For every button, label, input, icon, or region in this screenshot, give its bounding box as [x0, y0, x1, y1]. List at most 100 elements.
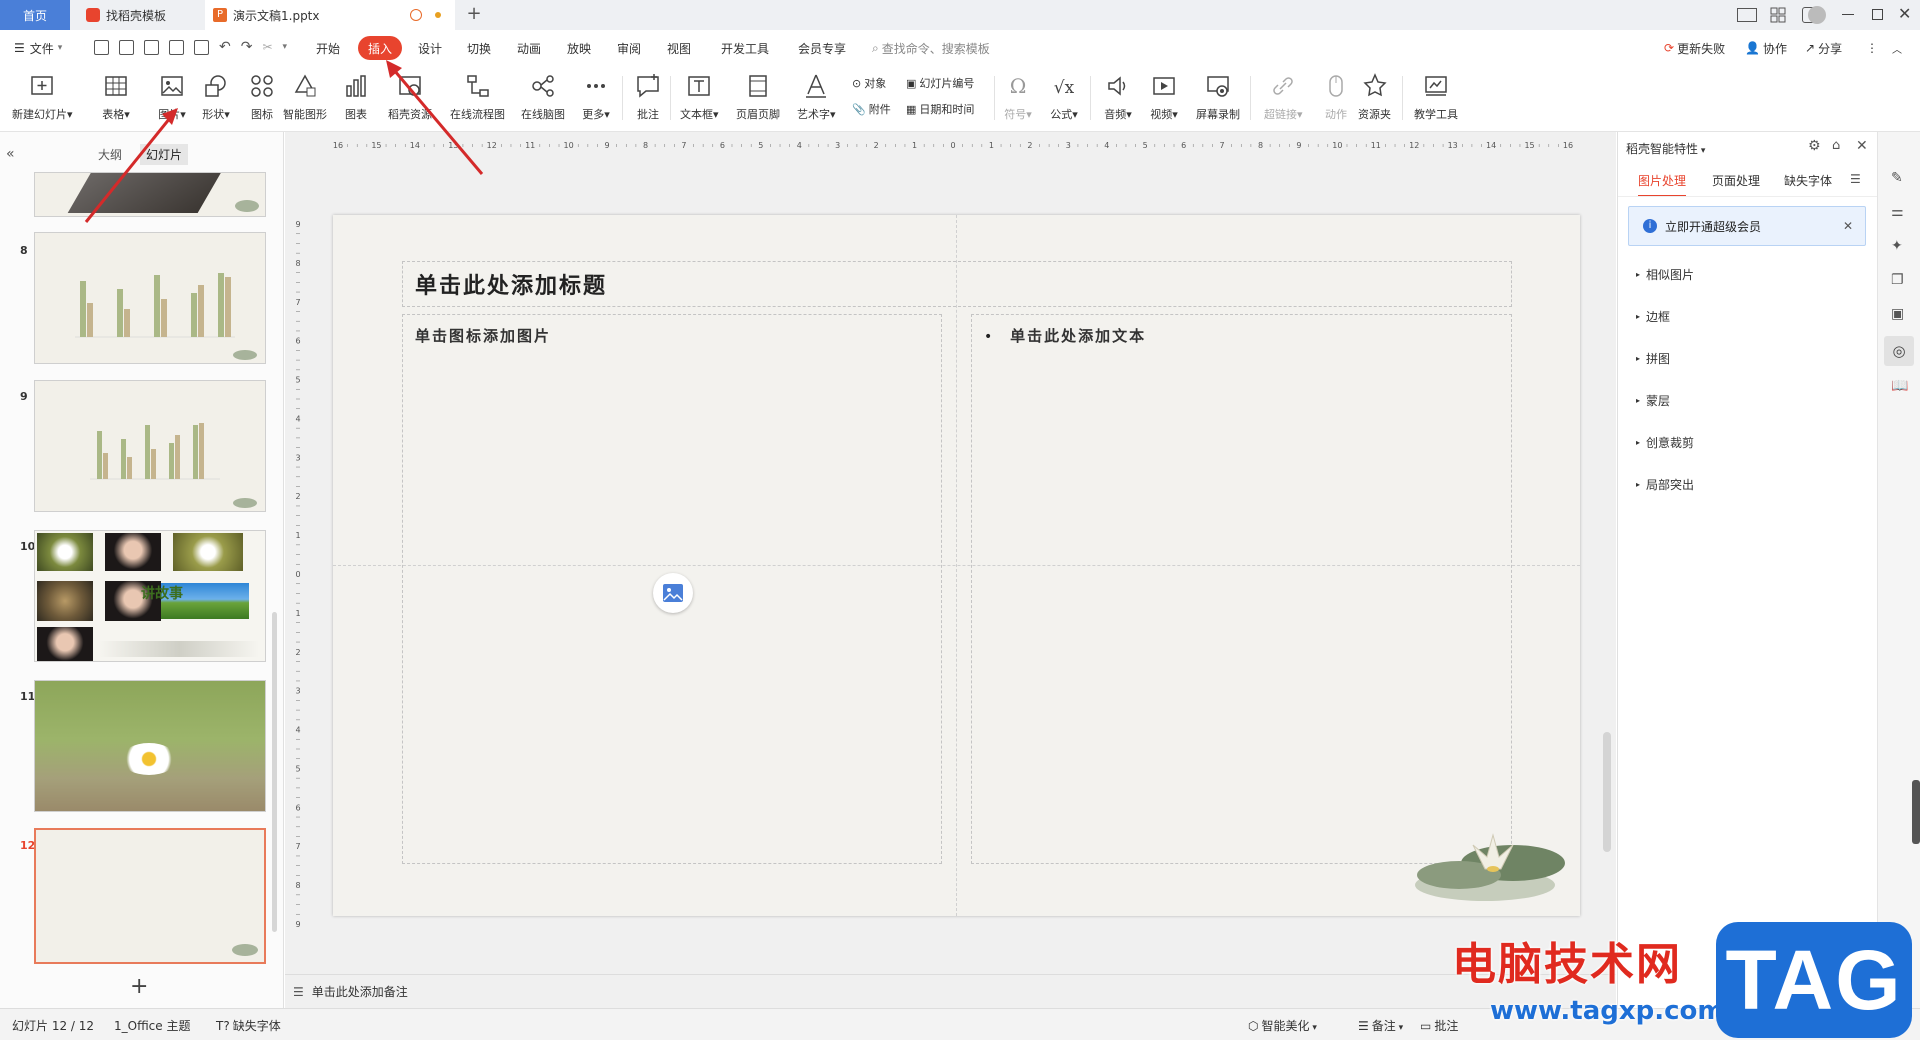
slide-9-bar-chart: [90, 423, 257, 508]
ruler-tick-label: 7: [295, 298, 300, 307]
attachment-button[interactable]: 📎 附件: [852, 98, 891, 120]
comment-button[interactable]: 批注: [634, 72, 662, 122]
tab-picture-processing[interactable]: 图片处理: [1638, 172, 1687, 197]
hyperlink-button[interactable]: 超链接▾: [1264, 72, 1303, 122]
video-label: 视频: [1150, 108, 1173, 121]
update-status[interactable]: ⟳ 更新失败: [1664, 36, 1725, 60]
slide-thumbnail-12-selected[interactable]: [34, 828, 266, 964]
panel-menu-icon[interactable]: ☰: [1850, 172, 1861, 186]
ruler-tick-label: 6: [720, 141, 725, 150]
ruler-tick-label: 5: [758, 141, 763, 150]
slide-thumbnail-10[interactable]: 讲故事: [34, 530, 266, 662]
book-icon[interactable]: 📖: [1891, 378, 1908, 394]
comment-toggle-icon: ▭: [1420, 1019, 1432, 1033]
menu-review[interactable]: 审阅: [617, 36, 641, 60]
smart-beautify-button[interactable]: ⬡ 智能美化 ▾: [1248, 1017, 1317, 1034]
settings-icon[interactable]: ⚙: [1808, 138, 1821, 154]
ruler-tick-label: 3: [295, 453, 300, 462]
similar-pictures-item[interactable]: ▸ 相似图片: [1636, 266, 1694, 283]
notes-bar[interactable]: ☰ 单击此处添加备注: [285, 974, 1616, 1008]
object-button[interactable]: ⊙ 对象: [852, 72, 886, 94]
avatar[interactable]: [1808, 6, 1826, 24]
apps-grid-icon[interactable]: [1770, 7, 1786, 23]
ruler-tick-label: 0: [950, 141, 955, 150]
minimize-icon[interactable]: [1842, 14, 1854, 15]
layout-icon[interactable]: [1737, 8, 1757, 22]
text-placeholder[interactable]: • 单击此处添加文本: [971, 314, 1512, 864]
picture-placeholder[interactable]: 单击图标添加图片: [402, 314, 942, 864]
add-slide-button[interactable]: +: [130, 974, 148, 999]
notes-toggle-label: 备注: [1371, 1019, 1396, 1033]
menu-member[interactable]: 会员专享: [798, 36, 846, 60]
smart-features-icon[interactable]: ◎: [1884, 336, 1914, 366]
collage-item[interactable]: ▸ 拼图: [1636, 350, 1670, 367]
collapse-ribbon-icon[interactable]: ︿: [1892, 36, 1902, 60]
formula-button[interactable]: √x 公式▾: [1050, 72, 1078, 122]
panel-tab-divider: [1618, 196, 1878, 197]
ruler-tick-label: 8: [1258, 141, 1263, 150]
wordart-button[interactable]: 艺术字▾: [797, 72, 836, 122]
editor-scrollbar[interactable]: [1603, 732, 1611, 852]
border-item[interactable]: ▸ 边框: [1636, 308, 1670, 325]
slide-thumbnail-8[interactable]: [34, 232, 266, 364]
creative-crop-item[interactable]: ▸ 创意裁剪: [1636, 434, 1694, 451]
thumbnail-scrollbar[interactable]: [272, 612, 277, 932]
creative-crop-label: 创意裁剪: [1646, 436, 1695, 450]
mouse-icon: [1329, 75, 1343, 97]
close-panel-icon[interactable]: ✕: [1856, 138, 1868, 154]
picture-tool-icon[interactable]: ▣: [1891, 306, 1904, 322]
border-label: 边框: [1646, 310, 1671, 324]
close-window-icon[interactable]: ✕: [1898, 4, 1914, 24]
dried-flower-photo: [37, 581, 93, 621]
resource-folder-button[interactable]: 资源夹: [1358, 72, 1391, 122]
slide-number-icon: ▣: [906, 76, 917, 90]
panel-title[interactable]: 稻壳智能特性 ▾: [1626, 140, 1705, 157]
ruler-tick-label: 8: [295, 881, 300, 890]
wordart-icon: [806, 74, 827, 98]
teaching-tools-button[interactable]: 教学工具: [1414, 72, 1458, 122]
action-button[interactable]: 动作: [1322, 72, 1350, 122]
link-icon: [1273, 77, 1294, 95]
screen-record-label: 屏幕录制: [1196, 108, 1240, 121]
vip-banner[interactable]: i 立即开通超级会员 ✕: [1628, 206, 1866, 246]
adjust-icon[interactable]: ⚌: [1891, 204, 1904, 220]
symbol-button[interactable]: Ω 符号▾: [1004, 72, 1032, 122]
screen-record-button[interactable]: 屏幕录制: [1196, 72, 1240, 122]
textbox-button[interactable]: 文本框▾: [680, 72, 719, 122]
pin-tool-icon[interactable]: ✎: [1891, 170, 1903, 186]
missing-font-button[interactable]: T? 缺失字体: [216, 1017, 281, 1034]
header-footer-button[interactable]: 页眉页脚: [736, 72, 780, 122]
date-time-button[interactable]: ▦ 日期和时间: [906, 98, 974, 120]
slide-thumbnail-9[interactable]: [34, 380, 266, 512]
expand-arrow-icon: ▸: [1636, 312, 1641, 321]
ruler-tick-label: 13: [1448, 141, 1458, 150]
tab-missing-fonts[interactable]: 缺失字体: [1784, 172, 1832, 189]
video-button[interactable]: 视频▾: [1150, 72, 1178, 122]
notes-toggle-button[interactable]: ☰ 备注 ▾: [1358, 1017, 1403, 1034]
title-placeholder[interactable]: 单击此处添加标题: [402, 261, 1512, 307]
command-search[interactable]: ⌕ 查找命令、搜索模板: [872, 36, 990, 60]
tab-page-processing[interactable]: 页面处理: [1712, 172, 1760, 189]
slide-number-button[interactable]: ▣ 幻灯片编号: [906, 72, 974, 94]
insert-picture-icon[interactable]: [653, 573, 693, 613]
side-scroll-handle[interactable]: [1912, 780, 1920, 844]
audio-button[interactable]: 音频▾: [1104, 72, 1132, 122]
menu-developer[interactable]: 开发工具: [721, 36, 769, 60]
collaborate-button[interactable]: 👤 协作: [1745, 36, 1787, 60]
ruler-tick-label: 5: [295, 764, 300, 773]
close-banner-icon[interactable]: ✕: [1843, 219, 1853, 233]
portrait-photo: [37, 627, 93, 661]
site-watermark: 电脑技术网 www.tagxp.com TAG: [1440, 918, 1920, 1040]
pin-icon[interactable]: ⌂: [1832, 138, 1840, 153]
share-button[interactable]: ↗ 分享: [1805, 36, 1842, 60]
mask-item[interactable]: ▸ 蒙层: [1636, 392, 1670, 409]
animation-icon[interactable]: ✦: [1891, 238, 1903, 254]
local-highlight-item[interactable]: ▸ 局部突出: [1636, 476, 1694, 493]
more-options-icon[interactable]: ⋮: [1866, 36, 1878, 60]
copy-icon[interactable]: ❐: [1891, 272, 1904, 288]
text-placeholder-text: 单击此处添加文本: [1010, 327, 1147, 345]
notes-placeholder: 单击此处添加备注: [311, 985, 408, 999]
slide-thumbnail-11[interactable]: [34, 680, 266, 812]
menu-view[interactable]: 视图: [667, 36, 691, 60]
restore-icon[interactable]: [1872, 9, 1883, 20]
